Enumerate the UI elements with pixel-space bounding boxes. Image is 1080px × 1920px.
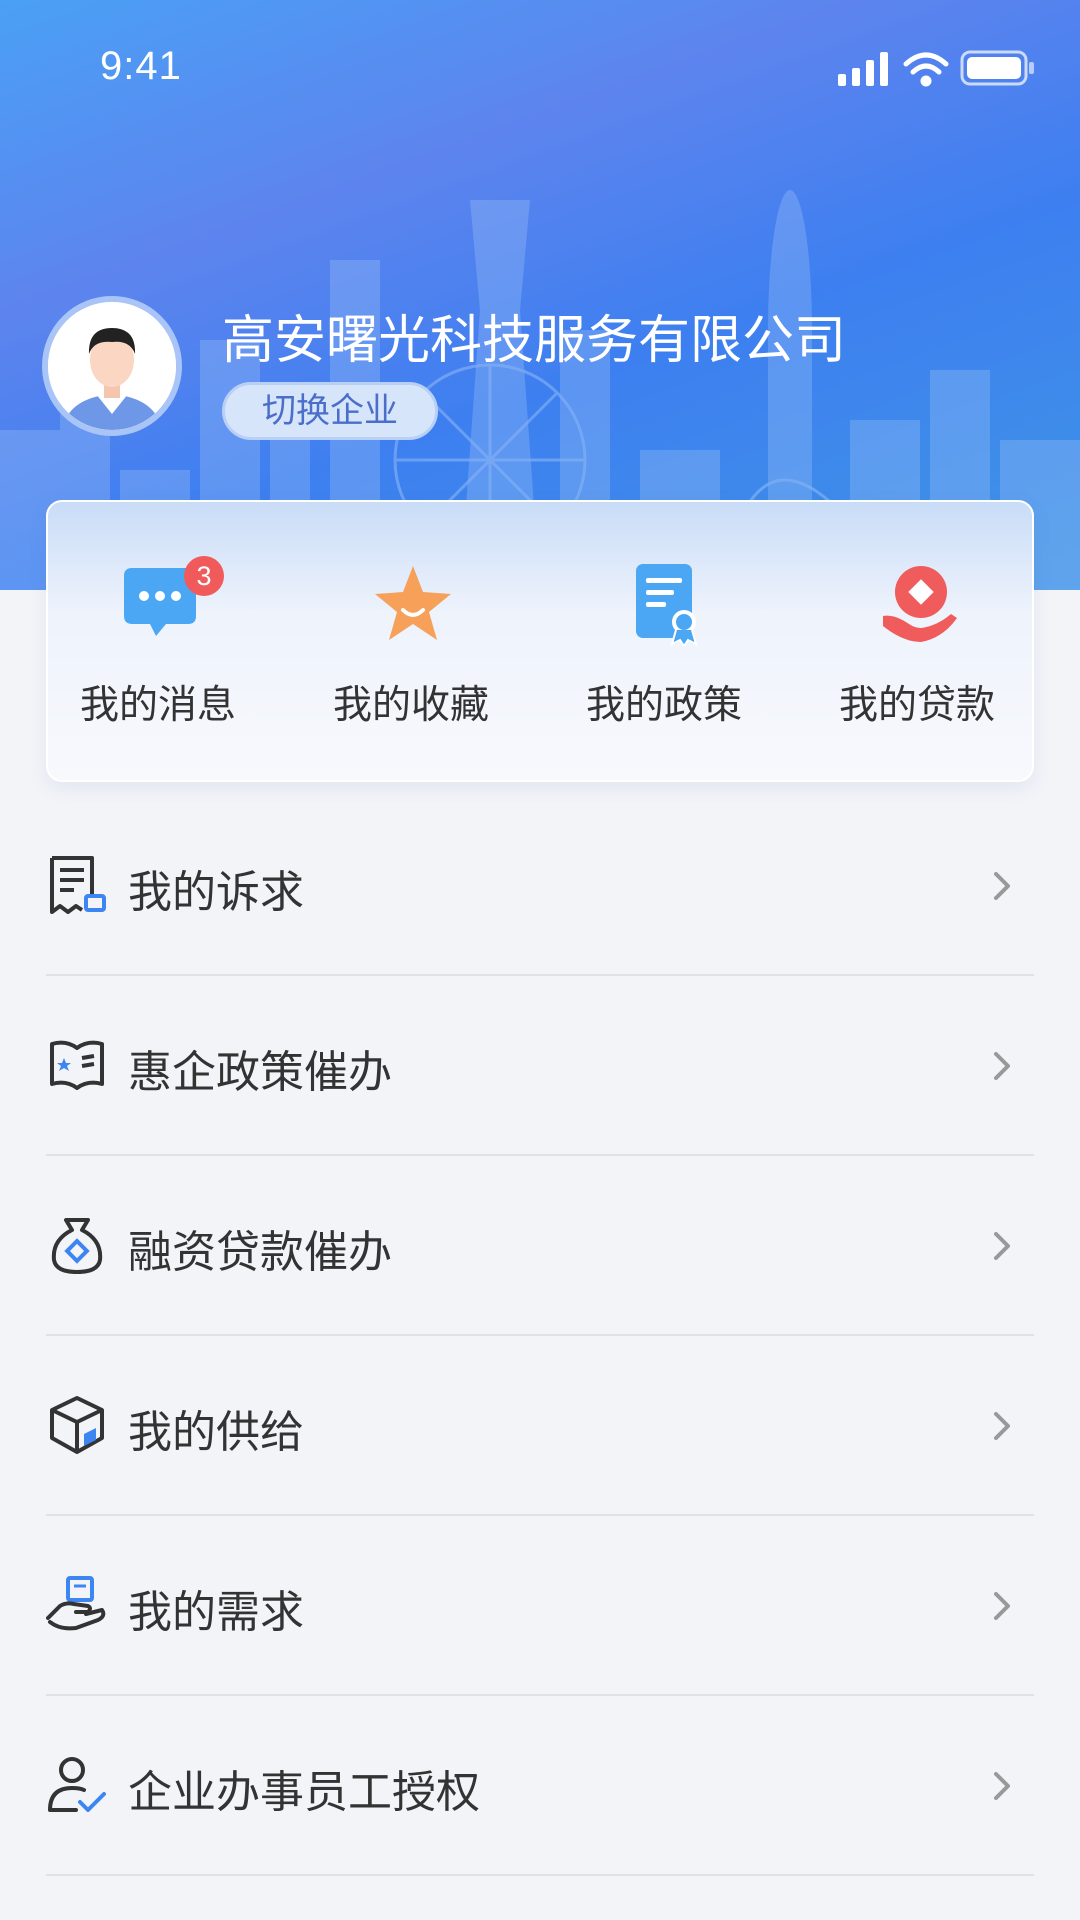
profile-page: 9:41 高安曙光科技服务有限公司 切换企业 3 我的消息 我的收藏 我的政策 … [0,0,1080,1920]
person-avatar-icon [48,302,176,430]
quick-action-label: 我的消息 [79,683,236,728]
quick-action-messages[interactable]: 3 我的消息 [48,556,268,742]
chevron-right-icon [994,872,1010,900]
user-check-icon [48,1757,106,1812]
menu-list: 我的诉求 惠企政策催办 融资贷款催办 我的供给 我的需求 企业办事员工授权 [46,796,1034,1876]
quick-action-loans[interactable]: 我的贷款 [807,562,1027,742]
switch-company-button[interactable]: 切换企业 [222,382,438,440]
menu-item-label: 我的诉求 [128,867,304,918]
cellular-signal-icon [838,52,888,86]
menu-item-my-demand[interactable]: 我的需求 [46,1516,1034,1696]
menu-item-label: 惠企政策催办 [128,1047,392,1098]
chevron-right-icon [994,1412,1010,1440]
receipt-chat-icon [50,856,106,914]
quick-action-label: 我的政策 [585,683,742,728]
box-icon [50,1396,104,1454]
battery-icon [960,50,1034,86]
menu-item-my-supply[interactable]: 我的供给 [46,1336,1034,1516]
chevron-right-icon [994,1232,1010,1260]
quick-action-label: 我的收藏 [332,683,489,728]
policy-document-icon [636,564,698,646]
policy-book-icon [50,1040,104,1090]
status-time: 9:41 [100,44,182,88]
chevron-right-icon [994,1052,1010,1080]
chevron-right-icon [994,1772,1010,1800]
money-bag-icon [51,1218,103,1274]
avatar[interactable] [42,296,182,436]
quick-actions-card: 3 我的消息 我的收藏 我的政策 我的贷款 [46,500,1034,782]
quick-action-favorites[interactable]: 我的收藏 [301,562,521,742]
status-icons [838,50,1034,87]
menu-item-my-appeals[interactable]: 我的诉求 [46,796,1034,976]
status-bar: 9:41 [0,0,1080,140]
quick-action-policies[interactable]: 我的政策 [554,562,774,742]
menu-item-label: 我的供给 [128,1407,304,1458]
menu-item-label: 融资贷款催办 [128,1227,392,1278]
star-icon [375,566,451,640]
quick-action-label: 我的贷款 [838,683,995,728]
menu-item-label: 企业办事员工授权 [128,1767,480,1818]
hand-request-icon [46,1576,106,1631]
company-name: 高安曙光科技服务有限公司 [222,311,847,371]
menu-item-policy-urging[interactable]: 惠企政策催办 [46,976,1034,1156]
menu-item-label: 我的需求 [128,1587,304,1638]
menu-item-staff-authorization[interactable]: 企业办事员工授权 [46,1696,1034,1876]
menu-item-loan-urging[interactable]: 融资贷款催办 [46,1156,1034,1336]
unread-count-badge: 3 [184,556,224,596]
chevron-right-icon [994,1592,1010,1620]
loan-icon [883,566,957,642]
wifi-icon [903,52,949,87]
